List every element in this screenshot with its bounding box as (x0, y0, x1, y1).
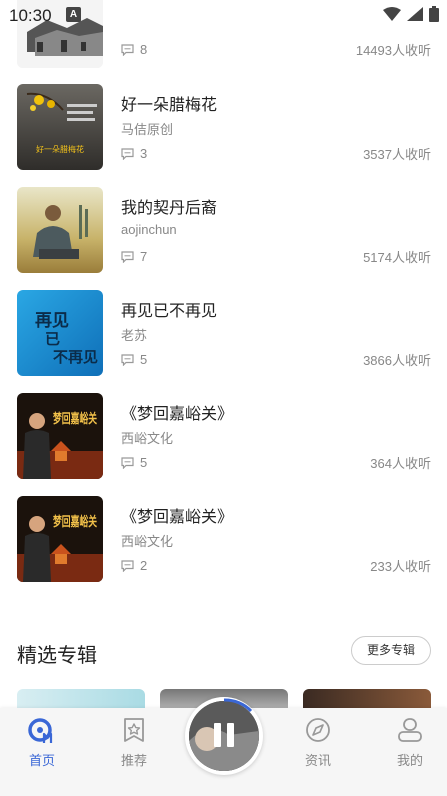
cover-title-text: 好一朵腊梅花 (36, 144, 84, 154)
battery-icon (429, 6, 439, 22)
tab-news[interactable]: 资讯 (288, 716, 348, 769)
list-item[interactable]: 梦回嘉峪关 《梦回嘉峪关》 西峪文化 5 364人收听 (0, 393, 447, 496)
track-title: 我的契丹后裔 (121, 200, 218, 217)
track-author: 西峪文化 (121, 534, 174, 549)
listen-count: 233人收听 (370, 559, 431, 574)
tab-label: 资讯 (304, 753, 331, 768)
tab-profile[interactable]: 我的 (380, 716, 440, 769)
list-item[interactable]: 再见 已 不再见 再见已不再见 老苏 5 3866人收听 (0, 290, 447, 393)
status-icons (383, 6, 439, 22)
comment-count-value: 2 (140, 558, 148, 573)
wifi-icon (383, 7, 401, 21)
track-author: 西峪文化 (121, 431, 174, 446)
cover-title-text: 梦回嘉峪关 (53, 411, 97, 427)
signal-icon (407, 7, 423, 21)
listen-count: 364人收听 (370, 456, 431, 471)
star-badge-icon (124, 718, 144, 742)
tab-label: 我的 (396, 753, 423, 768)
progress-ring (223, 698, 253, 713)
more-albums-button[interactable]: 更多专辑 (351, 636, 431, 665)
track-cover: 梦回嘉峪关 (17, 393, 103, 479)
list-item[interactable]: 我的契丹后裔 aojinchun 7 5174人收听 (0, 187, 447, 290)
cover-text-line: 不再见 (53, 348, 98, 366)
track-title: 好一朵腊梅花 (121, 97, 218, 114)
comment-count: 8 (121, 42, 147, 57)
cover-title-text: 梦回嘉峪关 (53, 514, 97, 530)
comment-count: 3 (121, 146, 147, 161)
comment-count-value: 5 (140, 352, 148, 367)
now-playing-button[interactable] (185, 697, 263, 775)
track-cover: 梦回嘉峪关 (17, 496, 103, 582)
status-bar: 10:30 A (0, 0, 447, 32)
featured-albums-header: 精选专辑 更多专辑 (0, 630, 447, 674)
comment-count-value: 8 (140, 42, 148, 57)
track-title: 《梦回嘉峪关》 (121, 406, 234, 423)
comment-count: 2 (121, 558, 147, 573)
section-title: 精选专辑 (17, 645, 97, 667)
listen-count: 3537人收听 (363, 147, 431, 162)
track-cover: 好一朵腊梅花 (17, 84, 103, 170)
comment-count: 5 (121, 352, 147, 367)
list-item[interactable]: 梦回嘉峪关 《梦回嘉峪关》 西峪文化 2 233人收听 (0, 496, 447, 599)
listen-count: 3866人收听 (363, 353, 431, 368)
user-icon (398, 718, 422, 742)
track-author: aojinchun (121, 222, 177, 237)
list-item[interactable]: 好一朵腊梅花 好一朵腊梅花 马佶原创 3 3537人收听 (0, 84, 447, 187)
cover-text-line: 再见 (35, 311, 69, 331)
compass-icon (306, 718, 330, 742)
tab-label: 推荐 (120, 753, 147, 768)
track-cover: 再见 已 不再见 (17, 290, 103, 376)
listen-count: 14493人收听 (355, 43, 431, 58)
comment-count: 5 (121, 455, 147, 470)
tab-home[interactable]: 首页 (12, 716, 72, 769)
comment-icon (121, 43, 134, 56)
comment-icon (121, 250, 134, 263)
comment-icon (121, 456, 134, 469)
track-author: 老苏 (121, 328, 148, 343)
track-title: 再见已不再见 (121, 303, 218, 320)
accessibility-icon: A (66, 7, 81, 22)
track-cover (17, 187, 103, 273)
tab-label: 首页 (28, 753, 55, 768)
comment-count-value: 3 (140, 146, 148, 161)
status-time: 10:30 (9, 6, 52, 25)
track-title: 《梦回嘉峪关》 (121, 509, 234, 526)
comment-icon (121, 559, 134, 572)
comment-count-value: 7 (140, 249, 148, 264)
comment-icon (121, 147, 134, 160)
comment-count-value: 5 (140, 455, 148, 470)
track-author: 马佶原创 (121, 122, 174, 137)
comment-icon (121, 353, 134, 366)
comment-count: 7 (121, 249, 147, 264)
listen-count: 5174人收听 (363, 250, 431, 265)
tab-recommend[interactable]: 推荐 (104, 716, 164, 769)
cover-text-line: 已 (45, 330, 60, 348)
home-icon (28, 718, 53, 743)
